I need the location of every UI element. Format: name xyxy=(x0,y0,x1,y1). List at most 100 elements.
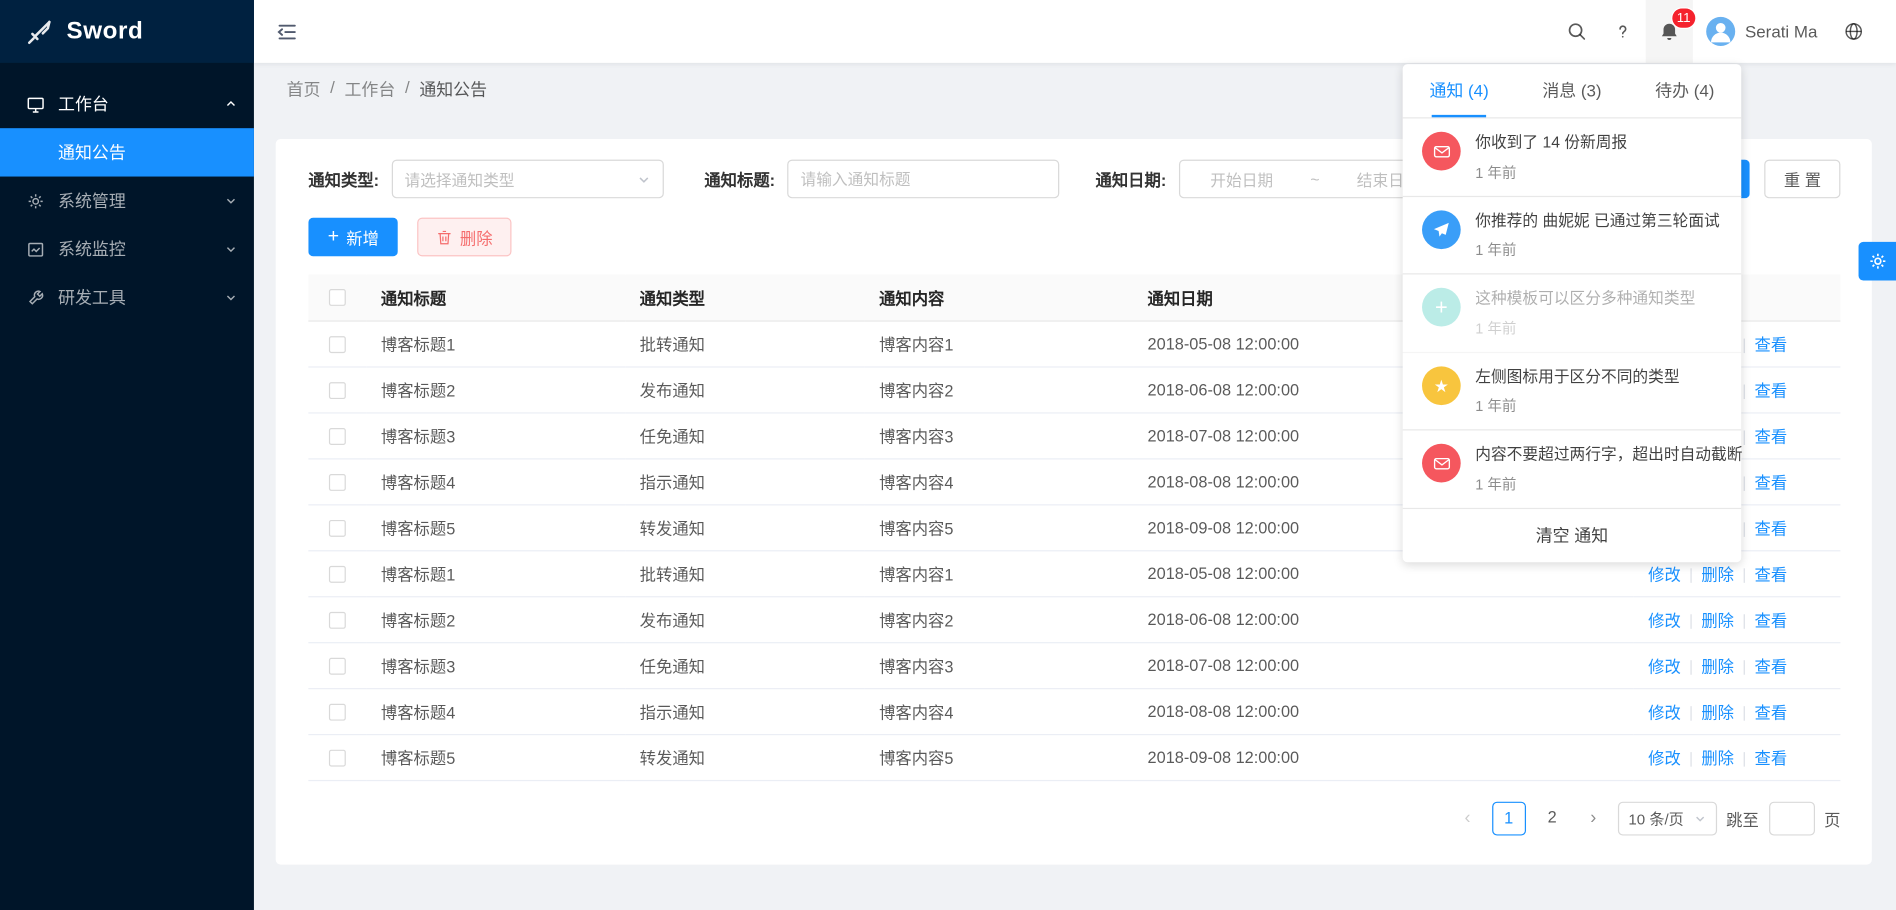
top-header: 11 Serati Ma xyxy=(254,0,1896,63)
row-checkbox[interactable] xyxy=(329,474,346,491)
col-content: 通知内容 xyxy=(865,274,1133,320)
row-checkbox[interactable] xyxy=(329,520,346,537)
add-button[interactable]: + 新增 xyxy=(308,218,398,257)
row-checkbox[interactable] xyxy=(329,657,346,674)
app-root: Sword 工作台 通知公告 xyxy=(0,0,1896,910)
date-start-placeholder: 开始日期 xyxy=(1210,167,1273,190)
breadcrumb-workbench[interactable]: 工作台 xyxy=(344,77,395,101)
delete-link[interactable]: 删除 xyxy=(1701,658,1734,676)
sidebar-item-workbench[interactable]: 工作台 xyxy=(0,80,254,128)
clear-notifications-button[interactable]: 清空 通知 xyxy=(1403,509,1742,562)
row-checkbox[interactable] xyxy=(329,336,346,353)
plus-icon: + xyxy=(1422,288,1461,327)
cell-title: 博客标题2 xyxy=(366,596,625,642)
sidebar-item-system-admin[interactable]: 系统管理 xyxy=(0,177,254,225)
notification-title: 这种模板可以区分多种通知类型 xyxy=(1475,288,1695,309)
notification-title: 内容不要超过两行字，超出时自动截断 xyxy=(1475,444,1742,465)
edit-link[interactable]: 修改 xyxy=(1648,704,1681,722)
breadcrumb-separator: / xyxy=(405,77,410,101)
sidebar-item-system-monitor[interactable]: 系统监控 xyxy=(0,225,254,273)
cell-type: 发布通知 xyxy=(625,366,864,412)
row-checkbox[interactable] xyxy=(329,703,346,720)
view-link[interactable]: 查看 xyxy=(1755,750,1788,768)
cell-title: 博客标题1 xyxy=(366,320,625,366)
row-checkbox[interactable] xyxy=(329,566,346,583)
sidebar-item-notice[interactable]: 通知公告 xyxy=(0,128,254,176)
page-size-select[interactable]: 10 条/页 xyxy=(1617,801,1716,835)
row-checkbox[interactable] xyxy=(329,749,346,766)
page-number-2[interactable]: 2 xyxy=(1535,801,1569,835)
cell-content: 博客内容4 xyxy=(865,688,1133,734)
user-menu[interactable]: Serati Ma xyxy=(1693,0,1831,63)
next-page-button[interactable]: › xyxy=(1579,808,1608,829)
jump-page-input[interactable] xyxy=(1768,801,1814,835)
tab-messages[interactable]: 消息 (3) xyxy=(1516,64,1629,117)
view-link[interactable]: 查看 xyxy=(1755,336,1788,354)
sidebar-collapse-button[interactable] xyxy=(276,20,299,43)
notification-time: 1 年前 xyxy=(1475,396,1679,417)
tab-todos[interactable]: 待办 (4) xyxy=(1628,64,1741,117)
notification-title: 你收到了 14 份新周报 xyxy=(1475,132,1627,153)
page-unit-label: 页 xyxy=(1824,806,1840,830)
notification-item[interactable]: 内容不要超过两行字，超出时自动截断 1 年前 xyxy=(1403,431,1742,509)
mail-icon xyxy=(1422,132,1461,171)
prev-page-button[interactable]: ‹ xyxy=(1453,808,1482,829)
cell-content: 博客内容5 xyxy=(865,504,1133,550)
view-link[interactable]: 查看 xyxy=(1755,566,1788,584)
row-checkbox[interactable] xyxy=(329,428,346,445)
plus-icon: + xyxy=(328,227,339,246)
cell-title: 博客标题5 xyxy=(366,734,625,780)
col-type: 通知类型 xyxy=(625,274,864,320)
sidebar-item-label: 工作台 xyxy=(58,92,225,116)
trash-icon xyxy=(437,229,453,245)
help-icon[interactable] xyxy=(1600,0,1646,63)
cell-date: 2018-06-08 12:00:00 xyxy=(1133,596,1634,642)
delete-link[interactable]: 删除 xyxy=(1701,612,1734,630)
edit-link[interactable]: 修改 xyxy=(1648,566,1681,584)
cell-content: 博客内容2 xyxy=(865,366,1133,412)
notice-date-label: 通知日期: xyxy=(1096,167,1167,191)
search-icon[interactable] xyxy=(1554,0,1600,63)
chevron-down-icon xyxy=(1693,812,1705,824)
breadcrumb-home[interactable]: 首页 xyxy=(287,77,321,101)
notification-item[interactable]: 你收到了 14 份新周报 1 年前 xyxy=(1403,119,1742,197)
delete-link[interactable]: 删除 xyxy=(1701,704,1734,722)
view-link[interactable]: 查看 xyxy=(1755,474,1788,492)
sidebar-item-dev-tools[interactable]: 研发工具 xyxy=(0,273,254,321)
view-link[interactable]: 查看 xyxy=(1755,704,1788,722)
notification-item[interactable]: ★ 左侧图标用于区分不同的类型 1 年前 xyxy=(1403,353,1742,431)
view-link[interactable]: 查看 xyxy=(1755,382,1788,400)
cell-title: 博客标题5 xyxy=(366,504,625,550)
notification-time: 1 年前 xyxy=(1475,474,1742,495)
cell-title: 博客标题4 xyxy=(366,458,625,504)
batch-delete-button[interactable]: 删除 xyxy=(418,218,512,257)
view-link[interactable]: 查看 xyxy=(1755,612,1788,630)
row-checkbox[interactable] xyxy=(329,382,346,399)
select-all-checkbox[interactable] xyxy=(329,290,346,307)
notice-type-select[interactable]: 请选择通知类型 xyxy=(391,160,663,199)
cell-title: 博客标题3 xyxy=(366,642,625,688)
cell-type: 指示通知 xyxy=(625,688,864,734)
page-number-1[interactable]: 1 xyxy=(1492,801,1526,835)
logo[interactable]: Sword xyxy=(0,0,254,63)
sidebar: Sword 工作台 通知公告 xyxy=(0,0,254,910)
delete-link[interactable]: 删除 xyxy=(1701,750,1734,768)
delete-link[interactable]: 删除 xyxy=(1701,566,1734,584)
edit-link[interactable]: 修改 xyxy=(1648,658,1681,676)
edit-link[interactable]: 修改 xyxy=(1648,612,1681,630)
theme-settings-button[interactable] xyxy=(1859,242,1896,281)
tab-notifications[interactable]: 通知 (4) xyxy=(1403,64,1516,117)
reset-button[interactable]: 重 置 xyxy=(1765,160,1841,199)
notice-title-input[interactable] xyxy=(800,170,1045,188)
notification-item[interactable]: 你推荐的 曲妮妮 已通过第三轮面试 1 年前 xyxy=(1403,197,1742,275)
edit-link[interactable]: 修改 xyxy=(1648,750,1681,768)
view-link[interactable]: 查看 xyxy=(1755,428,1788,446)
breadcrumb: 首页 / 工作台 / 通知公告 xyxy=(287,77,487,101)
row-checkbox[interactable] xyxy=(329,612,346,629)
notice-title-input-wrap xyxy=(787,160,1059,199)
notification-item-read[interactable]: + 这种模板可以区分多种通知类型 1 年前 xyxy=(1403,275,1742,353)
notifications-bell-button[interactable]: 11 xyxy=(1646,0,1693,63)
view-link[interactable]: 查看 xyxy=(1755,520,1788,538)
language-globe-icon[interactable] xyxy=(1831,0,1877,63)
view-link[interactable]: 查看 xyxy=(1755,658,1788,676)
